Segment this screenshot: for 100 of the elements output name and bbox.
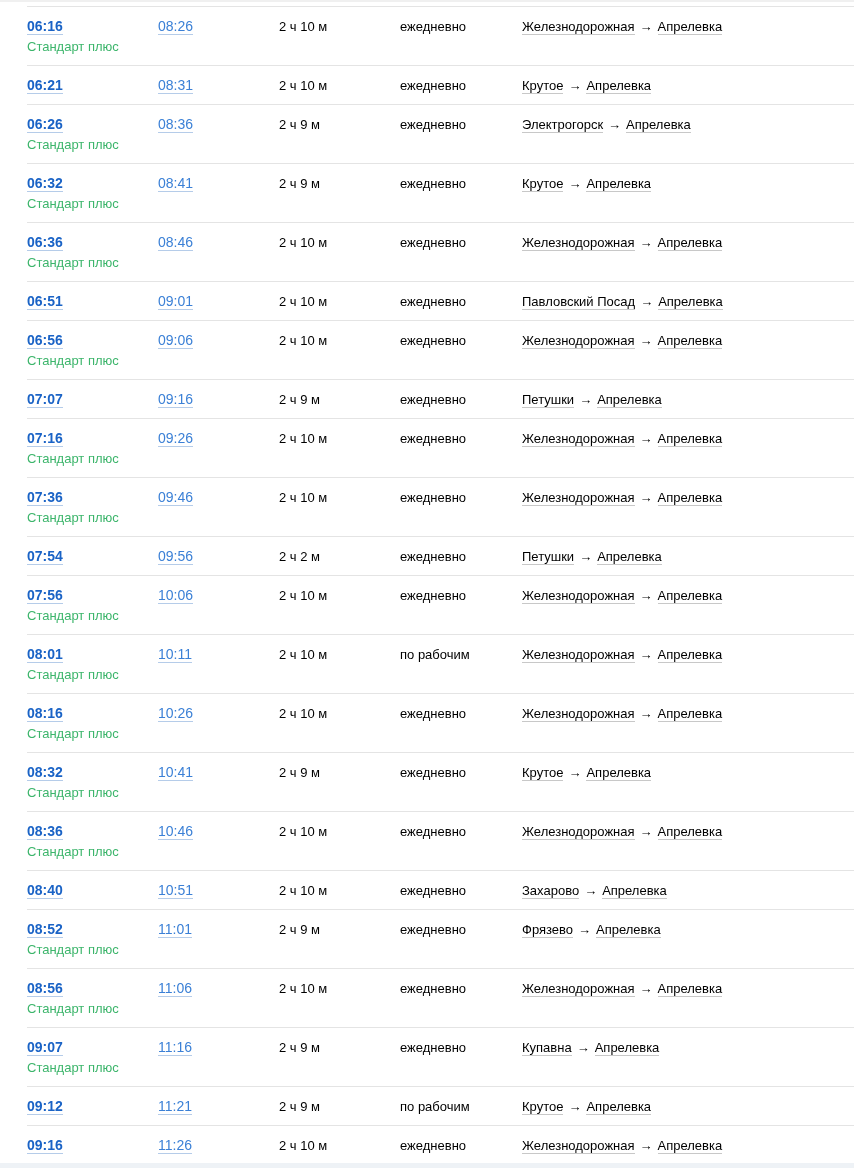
origin-station-link[interactable]: Петушки [522, 392, 575, 408]
arrival-time-link[interactable]: 10:41 [158, 764, 194, 781]
arrival-time-link[interactable]: 10:46 [158, 823, 194, 840]
departure-time-link[interactable]: 08:32 [27, 765, 63, 781]
arrival-time-link[interactable]: 09:06 [158, 332, 194, 349]
arrival-time-link[interactable]: 11:01 [158, 921, 192, 938]
arrival-time-link[interactable]: 10:06 [158, 587, 194, 604]
arrival-time-link[interactable]: 09:01 [158, 293, 194, 310]
arrival-time-link[interactable]: 08:31 [158, 77, 194, 94]
destination-station-link[interactable]: Апрелевка [657, 706, 723, 722]
destination-station-link[interactable]: Апрелевка [657, 19, 723, 35]
arrival-time-link[interactable]: 09:56 [158, 548, 194, 565]
origin-station-link[interactable]: Крутое [522, 1099, 564, 1115]
origin-station-link[interactable]: Крутое [522, 765, 564, 781]
departure-time-link[interactable]: 08:36 [27, 824, 63, 840]
destination-station-link[interactable]: Апрелевка [594, 1040, 660, 1056]
origin-station-link[interactable]: Железнодорожная [522, 981, 635, 997]
departure-time-link[interactable]: 06:56 [27, 333, 63, 349]
origin-station-link[interactable]: Павловский Посад [522, 294, 636, 310]
arrival-time-link[interactable]: 11:16 [158, 1039, 192, 1056]
arrival-time-link[interactable]: 09:46 [158, 489, 194, 506]
departure-time-link[interactable]: 06:21 [27, 78, 63, 94]
origin-station-link[interactable]: Железнодорожная [522, 1138, 635, 1154]
departure-time-link[interactable]: 07:16 [27, 431, 63, 447]
origin-station-link[interactable]: Железнодорожная [522, 824, 635, 840]
origin-station-link[interactable]: Электрогорск [522, 117, 604, 133]
departure-time-link[interactable]: 06:26 [27, 117, 63, 133]
departure-time-link[interactable]: 07:07 [27, 392, 63, 408]
travel-duration: 2 ч 10 м [279, 333, 328, 348]
arrival-time-link[interactable]: 11:26 [158, 1137, 192, 1154]
destination-station-link[interactable]: Апрелевка [596, 922, 661, 938]
destination-station-link[interactable]: Апрелевка [586, 1099, 652, 1115]
origin-station-link[interactable]: Захарово [522, 883, 580, 899]
tariff-label: Стандарт плюс [27, 39, 119, 55]
origin-station-link[interactable]: Железнодорожная [522, 490, 635, 506]
origin-station-link[interactable]: Крутое [522, 176, 564, 192]
origin-station-link[interactable]: Железнодорожная [522, 588, 635, 604]
destination-station-link[interactable]: Апрелевка [657, 490, 723, 506]
origin-station-link[interactable]: Железнодорожная [522, 647, 635, 663]
departure-time-link[interactable]: 07:56 [27, 588, 63, 604]
destination-station-link[interactable]: Апрелевка [586, 78, 652, 94]
arrival-time-link[interactable]: 08:36 [158, 116, 194, 133]
origin-station-link[interactable]: Железнодорожная [522, 19, 635, 35]
origin-station-link[interactable]: Железнодорожная [522, 235, 635, 251]
departure-time-link[interactable]: 08:01 [27, 647, 63, 663]
origin-station-link[interactable]: Железнодорожная [522, 706, 635, 722]
destination-station-link[interactable]: Апрелевка [657, 981, 723, 997]
route-arrow: → [639, 588, 653, 603]
tariff-label: Стандарт плюс [27, 196, 119, 212]
arrival-time-link[interactable]: 11:21 [158, 1098, 192, 1115]
origin-station-link[interactable]: Железнодорожная [522, 333, 635, 349]
destination-station-link[interactable]: Апрелевка [657, 588, 723, 604]
destination-station-link[interactable]: Апрелевка [658, 294, 723, 310]
destination-station-link[interactable]: Апрелевка [586, 176, 652, 192]
origin-station-link[interactable]: Железнодорожная [522, 431, 635, 447]
departure-time-link[interactable]: 06:36 [27, 235, 63, 251]
arrival-time-link[interactable]: 08:26 [158, 18, 194, 35]
destination-station-link[interactable]: Апрелевка [657, 431, 723, 447]
departure-time-link[interactable]: 07:54 [27, 549, 63, 565]
departure-time-link[interactable]: 06:51 [27, 294, 63, 310]
destination-station-link[interactable]: Апрелевка [657, 1138, 723, 1154]
destination-station-link[interactable]: Апрелевка [597, 392, 662, 408]
arrival-time-link[interactable]: 09:16 [158, 391, 194, 408]
destination-station-link[interactable]: Апрелевка [597, 549, 662, 565]
destination-station-link[interactable]: Апрелевка [586, 765, 652, 781]
route-arrow: → [579, 392, 593, 407]
departure-time-link[interactable]: 08:16 [27, 706, 63, 722]
origin-station-link[interactable]: Крутое [522, 78, 564, 94]
origin-station-link[interactable]: Петушки [522, 549, 575, 565]
departure-time-link[interactable]: 09:12 [27, 1099, 63, 1115]
destination-station-link[interactable]: Апрелевка [657, 235, 723, 251]
route-arrow: → [568, 765, 582, 780]
departure-time-link[interactable]: 08:52 [27, 922, 63, 938]
arrival-time-link[interactable]: 09:26 [158, 430, 194, 447]
route-arrow: → [639, 1138, 653, 1153]
route-arrow: → [639, 824, 653, 839]
departure-time-link[interactable]: 07:36 [27, 490, 63, 506]
arrival-time-link[interactable]: 11:06 [158, 980, 192, 997]
departure-time-link[interactable]: 08:56 [27, 981, 63, 997]
arrival-time-link[interactable]: 10:26 [158, 705, 194, 722]
arrival-time-link[interactable]: 08:46 [158, 234, 194, 251]
running-days: ежедневно [400, 922, 467, 937]
arrival-time-link[interactable]: 08:41 [158, 175, 194, 192]
arrival-time-link[interactable]: 10:11 [158, 646, 192, 663]
departure-time-link[interactable]: 08:40 [27, 883, 63, 899]
travel-duration: 2 ч 9 м [279, 176, 320, 191]
origin-station-link[interactable]: Фрязево [522, 922, 574, 938]
destination-station-link[interactable]: Апрелевка [602, 883, 667, 899]
departure-time-link[interactable]: 09:07 [27, 1040, 63, 1056]
destination-station-link[interactable]: Апрелевка [626, 117, 691, 133]
destination-station-link[interactable]: Апрелевка [657, 333, 723, 349]
arrival-time-link[interactable]: 10:51 [158, 882, 194, 899]
departure-time-link[interactable]: 06:32 [27, 176, 63, 192]
origin-station-link[interactable]: Купавна [522, 1040, 572, 1056]
destination-station-link[interactable]: Апрелевка [657, 647, 723, 663]
travel-duration: 2 ч 9 м [279, 1099, 320, 1114]
departure-time-link[interactable]: 09:16 [27, 1138, 63, 1154]
departure-time-link[interactable]: 06:16 [27, 19, 63, 35]
destination-station-link[interactable]: Апрелевка [657, 824, 723, 840]
tariff-label: Стандарт плюс [27, 510, 119, 526]
